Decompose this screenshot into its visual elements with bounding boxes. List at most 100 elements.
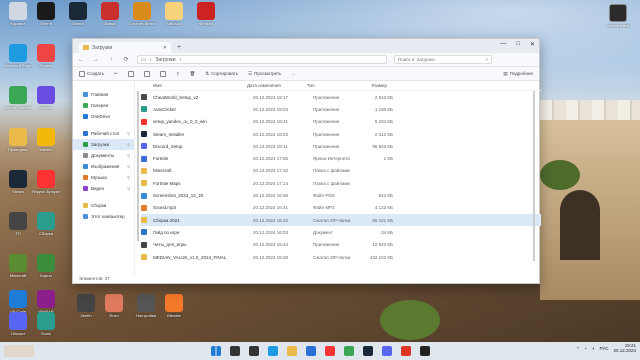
desktop-shortcut[interactable]: Алиса <box>32 86 60 110</box>
desktop-shortcut[interactable]: WinRAR <box>32 290 60 314</box>
refresh-icon[interactable]: ⟳ <box>122 56 130 63</box>
search-icon[interactable] <box>229 346 240 356</box>
sidebar-item[interactable]: Музыка ⚲ <box>73 172 134 183</box>
share-button[interactable]: ⇪ <box>176 71 180 77</box>
desktop-shortcut[interactable]: Настройки <box>132 294 160 318</box>
table-row[interactable]: AutoClicker 20.12.2024 19:03 Приложение 1 1… <box>141 103 541 115</box>
table-row[interactable]: Читы_для_игры 20.12.2024 15:44 Приложение 1… <box>141 239 541 251</box>
breadcrumb-downloads[interactable]: Загрузки <box>155 57 175 63</box>
yandex-browser-icon[interactable] <box>324 346 335 356</box>
task-view-icon[interactable] <box>248 346 259 356</box>
desktop-shortcut[interactable]: Фото <box>100 294 128 318</box>
sidebar-item[interactable]: Видео ⚲ <box>73 183 134 194</box>
chevron-up-icon[interactable]: ^ <box>577 346 579 351</box>
sidebar-item[interactable]: Этот компьютер <box>73 211 134 222</box>
sidebar-item[interactable]: Изображения ⚲ <box>73 161 134 172</box>
paste-button[interactable] <box>143 70 150 77</box>
desktop-shortcut[interactable]: Вовка <box>96 2 124 26</box>
store-icon[interactable] <box>305 346 316 356</box>
desktop-shortcut[interactable]: Microsoft Edge <box>4 44 32 68</box>
clock[interactable]: 19:21 20.12.2024 <box>613 343 636 353</box>
close-button[interactable]: ✕ <box>530 41 535 48</box>
tab-downloads[interactable]: Загрузки ✕ <box>79 42 171 53</box>
table-row[interactable]: Discord_Setup 20.12.2024 18:11 Приложение 9… <box>141 140 541 152</box>
desktop-shortcut[interactable]: Blender <box>160 294 188 318</box>
sidebar-item[interactable]: Главная <box>73 89 134 100</box>
volume-icon[interactable]: ◖ <box>592 346 595 351</box>
copy-button[interactable] <box>127 70 134 77</box>
table-row[interactable]: Steam_Installer 20.12.2024 18:23 Приложени… <box>141 128 541 140</box>
nav-scrollbar[interactable] <box>137 91 139 241</box>
widgets-button[interactable] <box>4 345 34 357</box>
discord-icon[interactable] <box>381 346 392 356</box>
sidebar-item[interactable]: Загрузки ⚲ <box>73 139 134 150</box>
sidebar-item[interactable]: Галерея <box>73 100 134 111</box>
files-scrollbar[interactable] <box>533 91 535 261</box>
desktop-shortcut-right[interactable]: Удалить все <box>604 4 632 28</box>
create-button[interactable]: Создать <box>79 70 104 77</box>
desktop-shortcut[interactable]: ТП <box>4 212 32 236</box>
desktop-shortcut[interactable]: Яндекс <box>32 44 60 68</box>
table-row[interactable]: Fortnite 20.12.2024 17:55 Ярлык Интернета 1… <box>141 152 541 164</box>
details-button[interactable]: ▤ Подробнее <box>503 71 533 77</box>
table-row[interactable]: MEDIAN_VALUE_v1.0_2024_FINAL 20.12.2024 1… <box>141 251 541 263</box>
new-tab-button[interactable]: + <box>177 44 181 51</box>
desktop-shortcut[interactable]: Sonic <box>32 312 60 336</box>
sidebar-item[interactable]: Документы ⚲ <box>73 150 134 161</box>
table-row[interactable]: Minecraft 20.12.2024 17:32 Папка с файлами <box>141 165 541 177</box>
delete-button[interactable]: 🗑 <box>190 71 196 77</box>
sidebar-item[interactable]: Сборки <box>73 200 134 211</box>
sidebar-item[interactable]: OneDrive <box>73 111 134 122</box>
back-icon[interactable]: ← <box>77 57 85 63</box>
desktop-shortcut[interactable]: Counter-Strike <box>128 2 156 26</box>
desktop-shortcut[interactable]: Карты <box>32 254 60 278</box>
table-row[interactable]: Сборка 2024 20.12.2024 16:22 Сжатая ZIP-па… <box>141 213 541 227</box>
explorer-icon[interactable] <box>286 346 297 356</box>
desktop-shortcut[interactable]: Бабочка <box>160 2 188 26</box>
desktop-shortcut[interactable]: Sheriff <box>32 2 60 26</box>
windows-start-icon[interactable] <box>210 346 221 356</box>
close-tab-icon[interactable]: ✕ <box>163 45 167 51</box>
column-name[interactable]: Имя <box>141 83 247 88</box>
desktop-shortcut[interactable]: Discord <box>4 312 32 336</box>
desktop-shortcut[interactable]: Steam <box>64 2 92 26</box>
desktop-shortcut[interactable]: Фэтали <box>192 2 220 26</box>
steam-icon[interactable] <box>362 346 373 356</box>
desktop-shortcut[interactable]: Zenith <box>72 294 100 318</box>
table-row[interactable]: Fortnite Maps 20.12.2024 17:14 Папка с фай… <box>141 177 541 189</box>
more-button[interactable]: ... <box>291 71 295 76</box>
chrome-icon[interactable] <box>343 346 354 356</box>
maximize-button[interactable]: □ <box>516 41 520 48</box>
opera-icon[interactable] <box>400 346 411 356</box>
minimize-button[interactable]: — <box>500 41 506 48</box>
wifi-icon[interactable]: ◔ <box>584 346 587 351</box>
desktop-shortcut[interactable]: Minecraft <box>4 254 32 278</box>
desktop-shortcut[interactable]: Steam <box>4 170 32 194</box>
desktop-shortcut[interactable]: Проводник <box>4 128 32 152</box>
desktop-shortcut[interactable]: Корзина <box>4 2 32 26</box>
terminal-icon[interactable] <box>419 346 430 356</box>
language-indicator[interactable]: РУС <box>599 346 608 351</box>
desktop-shortcut[interactable]: Yandex <box>32 128 60 152</box>
column-date[interactable]: Дата изменения <box>247 83 307 88</box>
search-input[interactable]: Поиск в: Загрузки ⌕ <box>394 55 492 64</box>
rename-button[interactable] <box>159 70 166 77</box>
table-row[interactable]: Screenshot_2024_12_20 20.12.2024 16:58 Фай… <box>141 189 541 201</box>
breadcrumb[interactable]: ▭ › Загрузки › <box>137 55 387 64</box>
view-button[interactable]: ☰ Просмотреть <box>248 71 281 77</box>
desktop-shortcut[interactable]: Сборка <box>32 212 60 236</box>
table-row[interactable]: setup_yandex_ru_0_0_win 20.12.2024 18:41 П… <box>141 116 541 128</box>
column-type[interactable]: Тип <box>307 83 357 88</box>
table-row[interactable]: Sound.mp3 20.12.2024 16:41 Файл MP3 4 123 К… <box>141 202 541 214</box>
desktop-shortcut[interactable]: Google Chrome <box>4 86 32 110</box>
table-row[interactable]: CheatWorld_Setup_v2 20.12.2024 19:17 Прило… <box>141 91 541 103</box>
sidebar-item[interactable]: Рабочий стол ⚲ <box>73 128 134 139</box>
forward-icon[interactable]: → <box>92 57 100 63</box>
sort-button[interactable]: ⇅ Сортировать <box>205 71 238 77</box>
table-row[interactable]: Гайд по игре 20.12.2024 16:03 Документ 34 К… <box>141 226 541 238</box>
cut-button[interactable]: ✂ <box>114 71 118 77</box>
desktop-shortcut[interactable]: VS Code <box>4 290 32 314</box>
desktop-shortcut[interactable]: Яндекс Браузер <box>32 170 60 194</box>
column-size[interactable]: Размер <box>357 83 387 88</box>
up-icon[interactable]: ↑ <box>107 57 115 63</box>
